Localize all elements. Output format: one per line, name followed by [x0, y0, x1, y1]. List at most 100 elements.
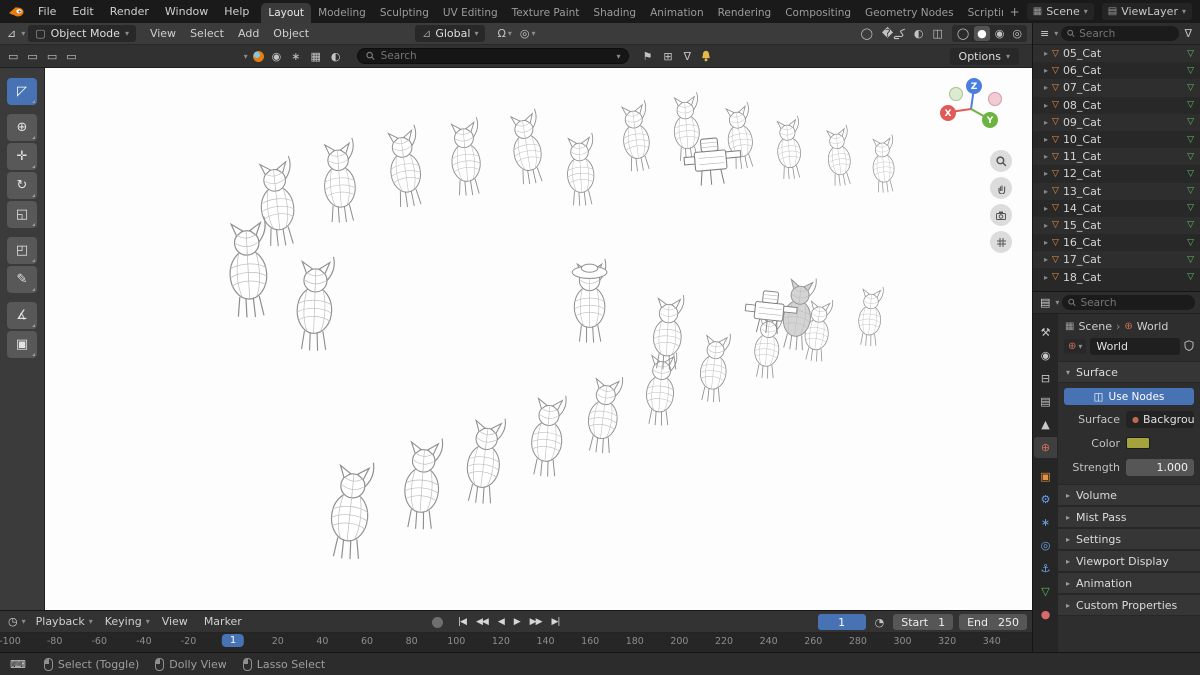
proportional-editing-icon[interactable]: ◎ ▾ [517, 26, 539, 41]
selectable-icon[interactable]: ▽ [1187, 186, 1194, 196]
topbar-menu-item[interactable]: File [30, 2, 64, 21]
fake-user-shield-button[interactable] [1184, 339, 1194, 354]
expand-chevron-icon[interactable]: ▸ [1044, 221, 1048, 230]
workspace-tab[interactable]: Sculpting [373, 3, 436, 23]
axis-neg-x[interactable] [988, 92, 1002, 106]
toggle-grid-button[interactable] [990, 231, 1012, 253]
viewport-menu-item[interactable]: View [143, 25, 183, 42]
topbar-menu-item[interactable]: Edit [64, 2, 101, 21]
expand-chevron-icon[interactable]: ▸ [1044, 204, 1048, 213]
next-keyframe-button[interactable]: ▶▶ [527, 615, 545, 629]
collapsed-section-header[interactable]: ▸ Animation [1058, 572, 1200, 594]
render-pass-icon[interactable]: ▦ [307, 49, 323, 64]
options-dropdown[interactable]: Options ▾ [949, 47, 1019, 65]
tab-physics[interactable]: ◎ [1034, 535, 1057, 556]
matcap-icon[interactable]: ◉ [269, 49, 285, 64]
show-object-types-button[interactable]: ◯ [858, 26, 876, 41]
expand-chevron-icon[interactable]: ▸ [1044, 135, 1048, 144]
object-name[interactable]: 08_Cat [1063, 99, 1183, 112]
timeline-menu-item[interactable]: Keying ▾ [99, 613, 156, 630]
workspace-tab[interactable]: UV Editing [436, 3, 505, 23]
selectable-icon[interactable]: ▽ [1187, 255, 1194, 265]
outliner-row[interactable]: ▸ ▽ 05_Cat ▽ [1033, 45, 1200, 63]
tool-measure[interactable]: ∡ [7, 302, 37, 329]
object-name[interactable]: 13_Cat [1063, 185, 1183, 198]
expand-chevron-icon[interactable]: ▸ [1044, 66, 1048, 75]
viewport-menu-item[interactable]: Object [266, 25, 316, 42]
object-name[interactable]: 07_Cat [1063, 81, 1183, 94]
object-name[interactable]: 09_Cat [1063, 116, 1183, 129]
frame-end-field[interactable]: End 250 [959, 614, 1027, 630]
show-overlays-button[interactable]: ◐ [911, 26, 927, 41]
filter-funnel-icon[interactable]: ∇ [681, 49, 694, 64]
play-reverse-button[interactable]: ◀ [495, 615, 507, 629]
frame-start-field[interactable]: Start 1 [893, 614, 954, 630]
auto-keying-record-button[interactable] [432, 616, 443, 628]
workspace-tab[interactable]: Modeling [311, 3, 373, 23]
playhead-badge[interactable]: 1 [221, 634, 245, 647]
object-name[interactable]: 15_Cat [1063, 219, 1183, 232]
prev-keyframe-button[interactable]: ◀◀ [473, 615, 491, 629]
selectable-icon[interactable]: ▽ [1187, 152, 1194, 162]
tool-annotate[interactable]: ✎ [7, 266, 37, 293]
expand-chevron-icon[interactable]: ▸ [1044, 255, 1048, 264]
tool-header-icon[interactable]: ▭ [63, 49, 79, 64]
selectable-icon[interactable]: ▽ [1187, 220, 1194, 230]
object-name[interactable]: 06_Cat [1063, 64, 1183, 77]
editor-type-icon[interactable]: ▤ [1038, 295, 1052, 310]
zoom-button[interactable] [990, 150, 1012, 172]
selectable-icon[interactable]: ▽ [1187, 169, 1194, 179]
world-name-field[interactable]: World [1090, 338, 1180, 355]
outliner-row[interactable]: ▸ ▽ 17_Cat ▽ [1033, 251, 1200, 269]
tab-object[interactable]: ▣ [1034, 466, 1057, 487]
toggle-xray-button[interactable]: ◫ [929, 26, 945, 41]
add-workspace-button[interactable]: + [1003, 3, 1027, 21]
object-name[interactable]: 11_Cat [1063, 150, 1183, 163]
tab-scene[interactable]: ▲ [1034, 414, 1057, 435]
tool-scale[interactable]: ◱ [7, 201, 37, 228]
scene-selector[interactable]: ▦ Scene ▾ [1026, 3, 1094, 20]
tab-output[interactable]: ⊟ [1034, 368, 1057, 389]
outliner-row[interactable]: ▸ ▽ 10_Cat ▽ [1033, 131, 1200, 148]
bookmark-icon[interactable]: ⚑ [639, 49, 655, 64]
expand-chevron-icon[interactable]: ▸ [1044, 83, 1048, 92]
editor-type-icon[interactable]: ≡ [1038, 26, 1051, 41]
workspace-filter-icon[interactable]: ▭ [24, 49, 40, 64]
tool-move[interactable]: ✛ [7, 143, 37, 170]
outliner-search-input[interactable] [1079, 27, 1173, 40]
shading-rendered-button[interactable]: ◎ [1009, 26, 1025, 41]
properties-search-input[interactable] [1080, 296, 1189, 309]
transform-orientation-dropdown[interactable]: ⊿ Global ▾ [415, 25, 486, 42]
expand-chevron-icon[interactable]: ▸ [1044, 187, 1048, 196]
topbar-menu-item[interactable]: Render [102, 2, 157, 21]
selectable-icon[interactable]: ▽ [1187, 272, 1194, 282]
cavity-icon[interactable]: ◐ [328, 49, 344, 64]
topbar-menu-item[interactable]: Help [216, 2, 257, 21]
shading-material-button[interactable]: ◉ [992, 26, 1008, 41]
strength-slider[interactable]: 1.000 [1126, 458, 1194, 476]
world-browse-dropdown[interactable]: ⊕ ▾ [1064, 339, 1087, 354]
topbar-menu-item[interactable]: Window [157, 2, 216, 21]
workspace-tab[interactable]: Scripting [961, 3, 1003, 23]
outliner-row[interactable]: ▸ ▽ 12_Cat ▽ [1033, 165, 1200, 182]
editor-type-icon[interactable]: ◷ [6, 614, 20, 629]
surface-shader-dropdown[interactable]: ● Background [1126, 410, 1194, 428]
outliner-row[interactable]: ▸ ▽ 06_Cat ▽ [1033, 62, 1200, 79]
outliner-row[interactable]: ▸ ▽ 15_Cat ▽ [1033, 216, 1200, 235]
outliner-row[interactable]: ▸ ▽ 08_Cat ▽ [1033, 97, 1200, 114]
notification-bell-icon[interactable] [700, 50, 712, 62]
camera-view-button[interactable] [990, 204, 1012, 226]
tool-settings-icon[interactable]: ▭ [44, 49, 60, 64]
show-gizmo-button[interactable]: �کے [879, 26, 908, 41]
tab-world[interactable]: ⊕ [1034, 437, 1057, 458]
breadcrumb-world[interactable]: World [1137, 320, 1169, 333]
object-name[interactable]: 10_Cat [1063, 133, 1183, 146]
outliner-row[interactable]: ▸ ▽ 14_Cat ▽ [1033, 200, 1200, 217]
expand-chevron-icon[interactable]: ▸ [1044, 118, 1048, 127]
tab-tool[interactable]: ⚒ [1034, 322, 1057, 343]
viewlayer-selector[interactable]: ▤ ViewLayer ▾ [1101, 3, 1192, 20]
studio-light-icon[interactable]: ∗ [288, 49, 303, 64]
outliner-row[interactable]: ▸ ▽ 09_Cat ▽ [1033, 113, 1200, 131]
jump-to-end-button[interactable]: ▶| [549, 615, 563, 629]
expand-chevron-icon[interactable]: ▸ [1044, 169, 1048, 178]
